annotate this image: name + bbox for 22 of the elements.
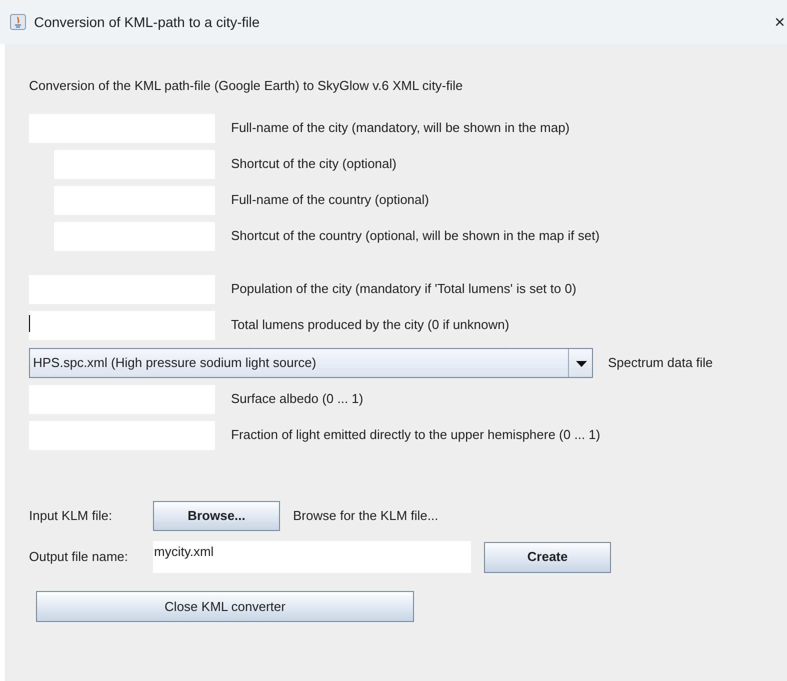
close-converter-button[interactable]: Close KML converter: [36, 591, 414, 622]
browse-hint-text: Browse for the KLM file...: [293, 507, 438, 526]
window-title: Conversion of KML-path to a city-file: [34, 12, 260, 32]
browse-button[interactable]: Browse...: [153, 501, 280, 531]
create-button[interactable]: Create: [484, 542, 611, 572]
output-file-label: Output file name:: [29, 548, 129, 566]
field-label: Surface albedo (0 ... 1): [231, 390, 364, 408]
field-label: Full-name of the city (mandatory, will be shown in the map): [231, 119, 570, 138]
input-file-label: Input KLM file:: [29, 507, 114, 526]
field-label: Shortcut of the city (optional): [231, 155, 396, 174]
java-app-icon: [10, 14, 26, 30]
spectrum-dropdown[interactable]: HPS.spc.xml (High pressure sodium light source): [29, 348, 593, 378]
field-label: Full-name of the country (optional): [231, 191, 429, 210]
field-label: Population of the city (mandatory if 'Total lumens' is set to 0): [231, 280, 576, 298]
close-button[interactable]: ×: [774, 13, 785, 31]
output-file-field[interactable]: mycity.xml: [153, 541, 471, 573]
description-text: Conversion of the KML path-file (Google Earth) to SkyGlow v.6 XML city-file: [29, 77, 464, 95]
dropdown-label: Spectrum data file: [608, 354, 713, 372]
field-label: Fraction of light emitted directly to the upper hemisphere (0 ... 1): [231, 426, 600, 444]
field-label: Shortcut of the country (optional, will be shown in the map if set): [231, 227, 600, 246]
text-field[interactable]: [29, 310, 215, 340]
field-label: Total lumens produced by the city (0 if unknown): [231, 316, 510, 334]
